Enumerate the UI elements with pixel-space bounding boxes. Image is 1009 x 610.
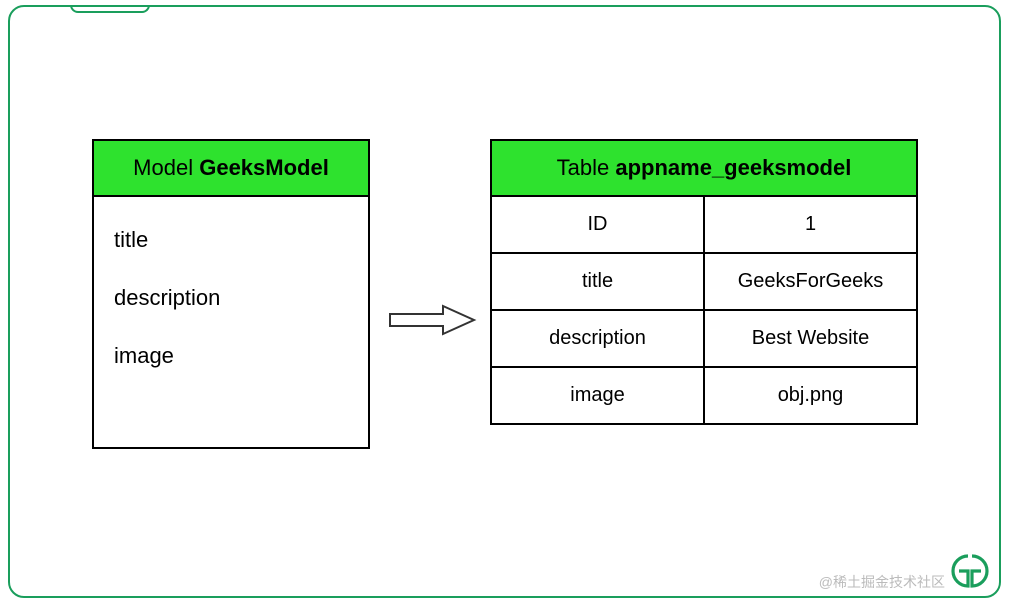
model-box: Model GeeksModel title description image (92, 139, 370, 449)
model-header-prefix: Model (133, 155, 193, 180)
table-cell-value: obj.png (705, 368, 916, 423)
gfg-logo-icon (949, 552, 991, 590)
table-cell-value: GeeksForGeeks (705, 254, 916, 309)
table-cell-value: Best Website (705, 311, 916, 366)
table-cell-key: image (492, 368, 705, 423)
table-cell-value: 1 (705, 197, 916, 252)
watermark-text: @稀土掘金技术社区 (819, 572, 945, 592)
diagram-frame: Model GeeksModel title description image… (8, 5, 1001, 598)
table-cell-key: ID (492, 197, 705, 252)
model-header-name: GeeksModel (199, 155, 329, 180)
model-field: description (114, 285, 348, 311)
arrow-icon (388, 302, 478, 338)
table-row: description Best Website (492, 311, 916, 368)
table-cell-key: description (492, 311, 705, 366)
frame-notch (70, 5, 150, 13)
model-field: image (114, 343, 348, 369)
table-header: Table appname_geeksmodel (492, 141, 916, 197)
table-row: title GeeksForGeeks (492, 254, 916, 311)
table-header-prefix: Table (557, 155, 610, 180)
model-body: title description image (94, 197, 368, 447)
table-row: image obj.png (492, 368, 916, 423)
model-field: title (114, 227, 348, 253)
model-header: Model GeeksModel (94, 141, 368, 197)
table-row: ID 1 (492, 197, 916, 254)
table-cell-key: title (492, 254, 705, 309)
table-header-name: appname_geeksmodel (615, 155, 851, 180)
table-box: Table appname_geeksmodel ID 1 title Geek… (490, 139, 918, 425)
